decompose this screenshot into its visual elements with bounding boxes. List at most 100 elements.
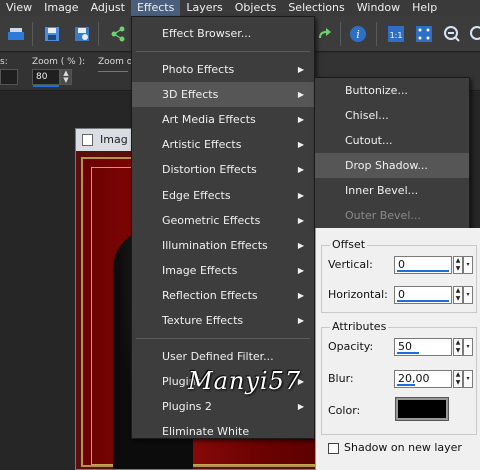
menu-item-art-media-effects[interactable]: Art Media Effects ▶ bbox=[132, 107, 314, 132]
menu-view[interactable]: View bbox=[0, 0, 38, 16]
menu-item-label: Chisel... bbox=[345, 109, 389, 123]
vertical-slider-bar bbox=[397, 270, 449, 272]
menu-item-label: Image Effects bbox=[162, 263, 238, 277]
menu-item-label: Reflection Effects bbox=[162, 288, 258, 302]
toolbar-separator bbox=[32, 22, 33, 46]
menu-item-inner-bevel[interactable]: Inner Bevel... bbox=[315, 178, 469, 203]
blur-spinner[interactable]: ▲ ▼ bbox=[453, 370, 463, 388]
menu-item-label: Art Media Effects bbox=[162, 113, 256, 127]
submenu-arrow-icon: ▶ bbox=[297, 402, 304, 412]
menu-item-image-effects[interactable]: Image Effects ▶ bbox=[132, 258, 314, 283]
shadow-color-swatch[interactable] bbox=[395, 397, 449, 421]
menu-item-eliminate-white[interactable]: Eliminate White bbox=[132, 419, 314, 444]
options-label-partial: s: bbox=[0, 57, 8, 67]
menu-item-reflection-effects[interactable]: Reflection Effects ▶ bbox=[132, 283, 314, 308]
menu-item-label: Outer Bevel... bbox=[345, 209, 421, 223]
menu-item-geometric-effects[interactable]: Geometric Effects ▶ bbox=[132, 208, 314, 233]
opacity-spinner[interactable]: ▲ ▼ bbox=[453, 338, 463, 356]
menu-item-user-defined-filter[interactable]: User Defined Filter... bbox=[132, 344, 314, 369]
opacity-slider-bar bbox=[397, 352, 419, 354]
menu-item-effect-browser[interactable]: Effect Browser... bbox=[132, 21, 314, 46]
menu-help[interactable]: Help bbox=[406, 0, 443, 16]
watermark-signature: Manyi57 bbox=[188, 367, 302, 395]
vertical-dropdown[interactable]: ▾ bbox=[463, 256, 473, 274]
submenu-arrow-icon: ▶ bbox=[297, 290, 304, 300]
menu-item-photo-effects[interactable]: Photo Effects ▶ bbox=[132, 57, 314, 82]
menu-item-buttonize[interactable]: Buttonize... bbox=[315, 78, 469, 103]
menu-item-distortion-effects[interactable]: Distortion Effects ▶ bbox=[132, 157, 314, 182]
menu-image[interactable]: Image bbox=[38, 0, 84, 16]
options-field-partial[interactable] bbox=[0, 69, 18, 85]
zoom-input-indicator bbox=[33, 85, 59, 87]
menu-item-label: Artistic Effects bbox=[162, 138, 242, 152]
toolbar-separator bbox=[376, 22, 377, 46]
menu-window[interactable]: Window bbox=[351, 0, 406, 16]
menu-item-chisel[interactable]: Chisel... bbox=[315, 103, 469, 128]
zoom-in-icon[interactable] bbox=[464, 22, 480, 46]
save-as-icon[interactable] bbox=[70, 22, 94, 46]
offset-group-title: Offset bbox=[330, 238, 368, 251]
menu-effects[interactable]: Effects bbox=[130, 0, 181, 16]
horizontal-dropdown[interactable]: ▾ bbox=[463, 286, 473, 304]
menu-item-3d-effects[interactable]: 3D Effects ▶ bbox=[132, 82, 314, 108]
submenu-arrow-icon: ▶ bbox=[297, 90, 304, 100]
zoom-slider-track[interactable] bbox=[98, 71, 128, 72]
actual-size-icon[interactable]: 1:1 bbox=[384, 22, 408, 46]
menu-item-cutout[interactable]: Cutout... bbox=[315, 128, 469, 153]
menu-item-plugins-2[interactable]: Plugins 2 ▶ bbox=[132, 394, 314, 419]
offset-group: Offset Vertical: 0 ▲ ▼ ▾ Horizontal: 0 ▲ ▼… bbox=[321, 238, 477, 313]
image-window-title: Imag bbox=[100, 133, 128, 146]
zoom-spinner[interactable]: ▲ ▼ bbox=[60, 69, 72, 85]
submenu-arrow-icon: ▶ bbox=[297, 165, 304, 175]
horizontal-input[interactable]: 0 bbox=[394, 286, 452, 304]
opacity-label: Opacity: bbox=[328, 340, 374, 353]
toolbar-separator bbox=[98, 22, 99, 46]
menu-objects[interactable]: Objects bbox=[229, 0, 283, 16]
menu-item-label: Buttonize... bbox=[345, 84, 408, 97]
menu-item-label: Distortion Effects bbox=[162, 163, 257, 177]
menu-item-edge-effects[interactable]: Edge Effects ▶ bbox=[132, 183, 314, 208]
save-icon[interactable] bbox=[40, 22, 64, 46]
shadow-new-layer-label[interactable]: Shadow on new layer bbox=[344, 441, 462, 454]
color-label: Color: bbox=[328, 404, 361, 417]
menu-item-label: Drop Shadow... bbox=[345, 159, 428, 173]
opacity-dropdown[interactable]: ▾ bbox=[463, 338, 473, 356]
menu-item-label: Plugins 2 bbox=[162, 400, 212, 414]
menu-item-texture-effects[interactable]: Texture Effects ▶ bbox=[132, 308, 314, 333]
attributes-group: Attributes Opacity: 50 ▲ ▼ ▾ Blur: 20,00 … bbox=[321, 320, 477, 435]
menu-bar: View Image Adjust Effects Layers Objects… bbox=[0, 0, 480, 16]
blur-dropdown[interactable]: ▾ bbox=[463, 370, 473, 388]
zoom-out-icon[interactable] bbox=[440, 22, 464, 46]
submenu-arrow-icon: ▶ bbox=[297, 115, 304, 125]
menu-adjust[interactable]: Adjust bbox=[85, 0, 131, 16]
menu-item-label: Cutout... bbox=[345, 134, 393, 148]
menu-item-artistic-effects[interactable]: Artistic Effects ▶ bbox=[132, 132, 314, 157]
zoom-input[interactable]: 80 bbox=[32, 69, 60, 85]
blur-label: Blur: bbox=[328, 372, 354, 385]
menu-item-drop-shadow[interactable]: Drop Shadow... bbox=[315, 153, 469, 179]
horizontal-label: Horizontal: bbox=[328, 288, 388, 301]
horizontal-spinner[interactable]: ▲ ▼ bbox=[453, 286, 463, 304]
drop-shadow-dialog: Offset Vertical: 0 ▲ ▼ ▾ Horizontal: 0 ▲ ▼… bbox=[315, 228, 480, 470]
document-icon bbox=[82, 134, 93, 146]
redo-icon[interactable] bbox=[312, 22, 336, 46]
shadow-new-layer-checkbox[interactable] bbox=[328, 443, 339, 454]
menu-selections[interactable]: Selections bbox=[282, 0, 350, 16]
blur-input[interactable]: 20,00 bbox=[394, 370, 452, 388]
vertical-spinner[interactable]: ▲ ▼ bbox=[453, 256, 463, 274]
menu-separator bbox=[136, 338, 310, 340]
3d-effects-submenu: Buttonize... Chisel... Cutout... Drop Sh… bbox=[314, 77, 470, 230]
share-icon[interactable] bbox=[106, 22, 130, 46]
menu-item-illumination-effects[interactable]: Illumination Effects ▶ bbox=[132, 233, 314, 258]
blur-slider-bar bbox=[397, 384, 415, 386]
vertical-input[interactable]: 0 bbox=[394, 256, 452, 274]
scanner-icon[interactable] bbox=[4, 22, 28, 46]
opacity-input[interactable]: 50 bbox=[394, 338, 452, 356]
fit-window-icon[interactable] bbox=[412, 22, 436, 46]
submenu-arrow-icon: ▶ bbox=[297, 215, 304, 225]
info-icon[interactable]: i bbox=[346, 22, 370, 46]
menu-item-label: Inner Bevel... bbox=[345, 184, 419, 198]
attributes-group-title: Attributes bbox=[330, 320, 389, 333]
submenu-arrow-icon: ▶ bbox=[297, 190, 304, 200]
menu-layers[interactable]: Layers bbox=[180, 0, 228, 16]
